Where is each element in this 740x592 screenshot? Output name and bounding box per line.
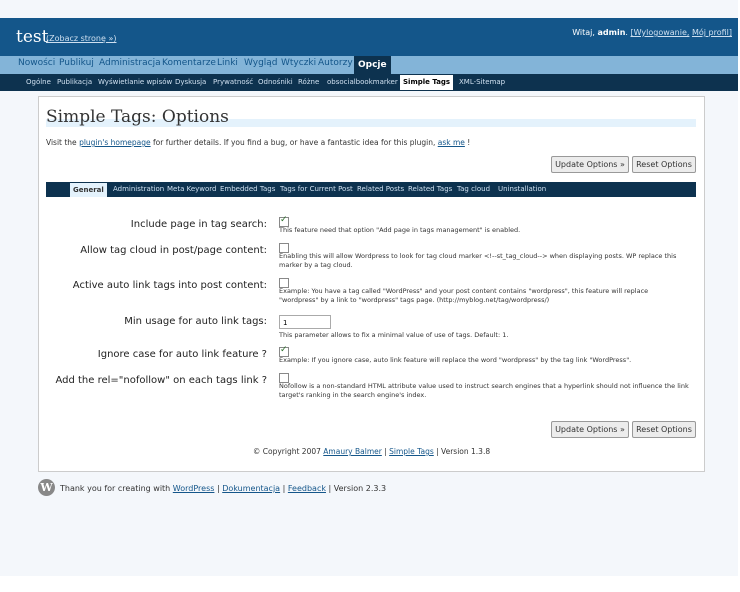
author-link[interactable]: Amaury Balmer xyxy=(323,447,382,456)
plugin-copyright: © Copyright 2007 Amaury Balmer | Simple … xyxy=(39,447,704,456)
menu-publikuj[interactable]: Publikuj xyxy=(59,58,94,68)
submenu-publikacja[interactable]: Publikacja xyxy=(57,78,92,86)
view-site-link[interactable]: (Zobacz stronę ») xyxy=(46,34,116,43)
option-desc-auto-link: Example: You have a tag called "WordPres… xyxy=(279,287,649,304)
footer-sep2: | xyxy=(282,484,286,493)
user-bar: Witaj, admin. [Wylogowanie, Mój profil] xyxy=(572,28,732,37)
ask-me-link[interactable]: ask me xyxy=(438,138,465,147)
docs-link[interactable]: Dokumentacja xyxy=(222,484,280,493)
intro-mid: for further details. If you find a bug, … xyxy=(153,138,436,147)
site-title[interactable]: test xyxy=(16,27,48,47)
copyright-sep: | xyxy=(384,447,387,456)
options-panel: Simple Tags: Options Visit the plugin's … xyxy=(38,96,705,472)
intro-text: Visit the plugin's homepage for further … xyxy=(46,138,470,147)
tab-general[interactable]: General xyxy=(70,183,107,197)
admin-header: test (Zobacz stronę ») Witaj, admin. [Wy… xyxy=(0,18,738,56)
tab-tag-cloud[interactable]: Tag cloud xyxy=(457,185,490,193)
tab-meta-keyword[interactable]: Meta Keyword xyxy=(167,185,217,193)
min-usage-input[interactable]: 1 xyxy=(279,315,331,329)
submenu-xml-sitemap[interactable]: XML-Sitemap xyxy=(459,78,505,86)
submenu-wyswietlanie[interactable]: Wyświetlanie wpisów xyxy=(98,78,172,86)
admin-menu: Nowości Publikuj Administracja Komentarz… xyxy=(0,56,738,74)
reset-options-button-bottom[interactable]: Reset Options xyxy=(632,421,696,438)
tab-uninstallation[interactable]: Uninstallation xyxy=(498,185,546,193)
greeting-text: Witaj, xyxy=(572,28,595,37)
update-options-button[interactable]: Update Options » xyxy=(551,156,629,173)
plugin-homepage-link[interactable]: plugin's homepage xyxy=(79,138,151,147)
option-label-ignore-case: Ignore case for auto link feature ? xyxy=(97,349,267,360)
submenu-ogolne[interactable]: Ogólne xyxy=(26,78,51,86)
wp-version: | Version 2.3.3 xyxy=(328,484,387,493)
option-label-auto-link: Active auto link tags into post content: xyxy=(72,280,267,291)
intro-pre: Visit the xyxy=(46,138,77,147)
tab-embedded-tags[interactable]: Embedded Tags xyxy=(220,185,275,193)
footer-text: Thank you for creating with WordPress | … xyxy=(60,484,386,493)
username: admin xyxy=(597,28,626,37)
plugin-link[interactable]: Simple Tags xyxy=(389,447,434,456)
menu-nowosci[interactable]: Nowości xyxy=(18,58,55,68)
option-desc-include-page: This feature need that option "Add page … xyxy=(279,226,521,234)
page-title: Simple Tags: Options xyxy=(46,107,229,127)
option-label-min-usage: Min usage for auto link tags: xyxy=(124,316,267,327)
menu-administracja[interactable]: Administracja xyxy=(99,58,161,68)
option-desc-nofollow: Nofollow is a non-standard HTML attribut… xyxy=(279,382,689,399)
option-desc-tag-cloud: Enabling this will allow Wordpress to lo… xyxy=(279,252,677,269)
menu-komentarze[interactable]: Komentarze xyxy=(162,58,216,68)
wordpress-logo-icon: W xyxy=(38,479,55,496)
option-label-include-page: Include page in tag search: xyxy=(130,219,267,230)
option-desc-ignore-case: Example: If you ignore case, auto link f… xyxy=(279,356,632,364)
wordpress-link[interactable]: WordPress xyxy=(173,484,215,493)
tab-related-posts[interactable]: Related Posts xyxy=(357,185,404,193)
sub-menu: Ogólne Publikacja Wyświetlanie wpisów Dy… xyxy=(0,74,738,91)
submenu-obsocialbookmarker[interactable]: obsocialbookmarker xyxy=(327,78,398,86)
submenu-prywatnosc[interactable]: Prywatność xyxy=(213,78,253,86)
tab-related-tags[interactable]: Related Tags xyxy=(408,185,452,193)
menu-autorzy[interactable]: Autorzy xyxy=(318,58,353,68)
option-label-nofollow: Add the rel="nofollow" on each tags link… xyxy=(55,375,267,386)
footer-thanks: Thank you for creating with xyxy=(60,484,171,493)
copyright-pre: © Copyright 2007 xyxy=(252,447,321,456)
reset-options-button[interactable]: Reset Options xyxy=(632,156,696,173)
intro-post: ! xyxy=(467,138,471,147)
menu-opcje[interactable]: Opcje xyxy=(354,56,391,74)
logout-link[interactable]: [Wylogowanie, xyxy=(631,28,690,37)
tab-tags-current-post[interactable]: Tags for Current Post xyxy=(280,185,353,193)
footer-sep1: | xyxy=(216,484,220,493)
submenu-odnosniki[interactable]: Odnośniki xyxy=(258,78,293,86)
profile-link[interactable]: Mój profil] xyxy=(692,28,732,37)
options-tabs: General Administration Meta Keyword Embe… xyxy=(46,182,696,197)
submenu-dyskusja[interactable]: Dyskusja xyxy=(175,78,206,86)
submenu-rozne[interactable]: Różne xyxy=(298,78,319,86)
tab-administration[interactable]: Administration xyxy=(113,185,164,193)
option-label-tag-cloud: Allow tag cloud in post/page content: xyxy=(80,245,267,256)
update-options-button-bottom[interactable]: Update Options » xyxy=(551,421,629,438)
menu-wtyczki[interactable]: Wtyczki xyxy=(281,58,316,68)
menu-linki[interactable]: Linki xyxy=(217,58,238,68)
menu-wyglad[interactable]: Wygląd xyxy=(244,58,278,68)
admin-frame: test (Zobacz stronę ») Witaj, admin. [Wy… xyxy=(0,0,738,576)
submenu-simple-tags[interactable]: Simple Tags xyxy=(400,75,454,90)
option-desc-min-usage: This parameter allows to fix a minimal v… xyxy=(279,331,509,339)
feedback-link[interactable]: Feedback xyxy=(288,484,326,493)
plugin-version: | Version 1.3.8 xyxy=(436,447,491,456)
